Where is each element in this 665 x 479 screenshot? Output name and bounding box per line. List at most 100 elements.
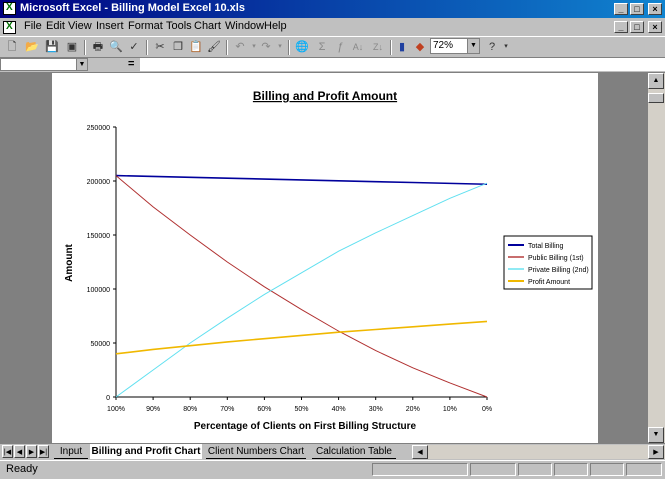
x-tick-label: 10%: [443, 406, 457, 413]
menu-bar: File Edit View Insert Format Tools Chart…: [0, 18, 665, 36]
save-all-icon[interactable]: ▣: [64, 39, 80, 55]
scroll-right-icon[interactable]: ▶: [648, 445, 664, 459]
series-total-billing[interactable]: [115, 174, 488, 186]
formula-equals[interactable]: =: [128, 58, 134, 70]
horizontal-scrollbar[interactable]: ◀ ▶: [412, 445, 665, 459]
legend-entry: Total Billing: [528, 243, 564, 250]
menu-format[interactable]: Format: [128, 20, 163, 32]
last-sheet-icon[interactable]: ▶|: [38, 445, 49, 458]
scroll-up-icon[interactable]: ▲: [648, 73, 664, 89]
tab-calculation-table[interactable]: Calculation Table: [312, 444, 396, 459]
legend-entry: Private Billing (2nd): [528, 267, 589, 274]
menu-insert[interactable]: Insert: [96, 20, 124, 32]
menu-chart[interactable]: Chart: [194, 20, 221, 32]
tab-client-numbers-chart[interactable]: Client Numbers Chart: [206, 444, 306, 459]
y-tick-label: 250000: [87, 125, 110, 132]
status-panel: [372, 463, 468, 476]
cut-icon[interactable]: ✂: [152, 39, 168, 55]
x-tick-label: 30%: [369, 406, 383, 413]
x-tick-label: 20%: [406, 406, 420, 413]
save-icon[interactable]: 💾: [44, 39, 60, 55]
status-bar: Ready: [0, 460, 665, 479]
format-painter-icon[interactable]: 🖌: [206, 39, 222, 55]
autosum-icon[interactable]: Σ: [314, 39, 330, 55]
first-sheet-icon[interactable]: |◀: [2, 445, 13, 458]
menu-tools[interactable]: Tools: [166, 20, 192, 32]
chart-page[interactable]: Billing and Profit Amount Percentage of …: [52, 73, 598, 443]
status-text: Ready: [6, 463, 38, 475]
legend-entry: Profit Amount: [528, 279, 570, 286]
y-tick-label: 50000: [91, 341, 111, 348]
toolbar-separator: [390, 40, 392, 55]
standard-toolbar: 🗋 📂 💾 ▣ 🖶 🔍 ✓ ✂ ❐ 📋 🖌 ↶ ▾ ↷ ▾ 🌐 Σ ƒ A↓ Z…: [0, 36, 665, 58]
status-panel: [626, 463, 662, 476]
menu-window[interactable]: Window: [225, 20, 264, 32]
zoom-value: 72%: [433, 40, 454, 51]
chart-svg[interactable]: Billing and Profit Amount Percentage of …: [52, 73, 598, 443]
close-button[interactable]: ×: [648, 3, 662, 15]
tab-input[interactable]: Input: [54, 444, 88, 459]
toolbar-separator: [226, 40, 228, 55]
menu-edit[interactable]: Edit: [46, 20, 65, 32]
drawing-icon[interactable]: ◆: [412, 39, 428, 55]
series-private-billing[interactable]: [115, 182, 488, 398]
toolbar-separator: [84, 40, 86, 55]
menu-help[interactable]: Help: [264, 20, 287, 32]
window-title: Microsoft Excel - Billing Model Excel 10…: [20, 2, 245, 14]
prev-sheet-icon[interactable]: ◀: [14, 445, 25, 458]
legend-entry: Public Billing (1st): [528, 255, 584, 262]
series-profit-amount[interactable]: [115, 320, 488, 355]
chevron-down-icon[interactable]: ▼: [76, 59, 87, 70]
chevron-down-icon[interactable]: ▼: [467, 39, 479, 53]
copy-icon[interactable]: ❐: [170, 39, 186, 55]
vertical-scrollbar[interactable]: ▲ ▼: [648, 73, 665, 443]
spelling-icon[interactable]: ✓: [126, 39, 142, 55]
tab-billing-profit-chart[interactable]: Billing and Profit Chart: [90, 444, 202, 459]
sort-descending-icon[interactable]: Z↓: [370, 39, 386, 55]
x-tick-label: 60%: [257, 406, 271, 413]
x-tick-label: 50%: [294, 406, 308, 413]
x-tick-label: 80%: [183, 406, 197, 413]
doc-close-button[interactable]: ×: [648, 21, 662, 33]
minimize-button[interactable]: _: [614, 3, 628, 15]
sort-ascending-icon[interactable]: A↓: [350, 39, 366, 55]
x-tick-label: 70%: [220, 406, 234, 413]
scroll-left-icon[interactable]: ◀: [412, 445, 428, 459]
print-preview-icon[interactable]: 🔍: [108, 39, 124, 55]
scroll-thumb[interactable]: [648, 93, 664, 103]
doc-minimize-button[interactable]: _: [614, 21, 628, 33]
chart-title[interactable]: Billing and Profit Amount: [253, 89, 397, 103]
chart-wizard-icon[interactable]: ▮: [394, 39, 410, 55]
formula-bar: ▼ =: [0, 58, 665, 73]
zoom-select[interactable]: 72% ▼: [430, 38, 480, 54]
y-tick-label: 0: [106, 395, 110, 402]
y-tick-label: 150000: [87, 233, 110, 240]
maximize-button[interactable]: □: [630, 3, 644, 15]
workbook-icon[interactable]: [3, 21, 16, 34]
excel-app-icon[interactable]: [3, 2, 16, 15]
formula-input[interactable]: [140, 58, 665, 71]
x-axis-label[interactable]: Percentage of Clients on First Billing S…: [194, 421, 417, 432]
status-panel: [590, 463, 624, 476]
menu-file[interactable]: File: [24, 20, 42, 32]
x-tick-label: 40%: [332, 406, 346, 413]
help-dropdown-icon[interactable]: ▾: [498, 39, 514, 55]
redo-dropdown-icon[interactable]: ▾: [272, 39, 288, 55]
name-box[interactable]: ▼: [0, 58, 88, 71]
new-icon[interactable]: 🗋: [4, 39, 20, 55]
function-icon[interactable]: ƒ: [332, 39, 348, 55]
y-axis-label[interactable]: Amount: [64, 243, 75, 281]
scroll-down-icon[interactable]: ▼: [648, 427, 664, 443]
paste-icon[interactable]: 📋: [188, 39, 204, 55]
toolbar-separator: [146, 40, 148, 55]
status-panel: [554, 463, 588, 476]
doc-restore-button[interactable]: □: [630, 21, 644, 33]
menu-view[interactable]: View: [68, 20, 92, 32]
next-sheet-icon[interactable]: ▶: [26, 445, 37, 458]
hyperlink-icon[interactable]: 🌐: [294, 39, 310, 55]
status-panel: [470, 463, 516, 476]
x-tick-label: 100%: [107, 406, 125, 413]
print-icon[interactable]: 🖶: [90, 39, 106, 55]
open-icon[interactable]: 📂: [24, 39, 40, 55]
series-public-billing[interactable]: [115, 175, 488, 398]
